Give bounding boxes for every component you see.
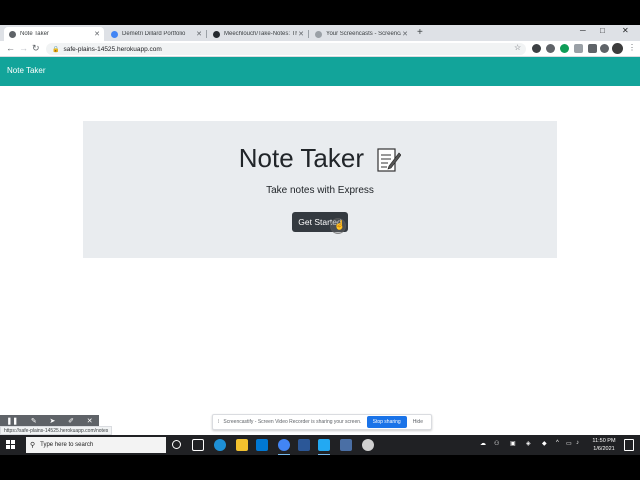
- chevron-up-icon[interactable]: ^: [556, 440, 559, 446]
- title-text: Note Taker: [238, 143, 365, 173]
- puzzle-icon[interactable]: [588, 44, 597, 53]
- close-window-icon[interactable]: ✕: [622, 26, 629, 35]
- memo-icon: [377, 148, 402, 172]
- back-icon[interactable]: ←: [6, 43, 15, 53]
- browser-tab-strip: Note Taker ✕ Demetri Dillard Portfolio ✕…: [0, 25, 640, 41]
- volume-icon[interactable]: ♪: [576, 440, 579, 446]
- edge-icon[interactable]: [214, 439, 226, 451]
- github-icon: [213, 30, 220, 38]
- jumbotron: Note Taker Take notes with Express Get S…: [83, 121, 557, 258]
- menu-icon[interactable]: ⋮: [628, 43, 636, 52]
- close-icon[interactable]: ✕: [87, 417, 93, 425]
- avatar[interactable]: [612, 43, 623, 54]
- globe-icon: [111, 30, 118, 38]
- cloud-icon[interactable]: ☁: [480, 440, 486, 447]
- screen-share-bar: ⁞ Screencastify - Screen Video Recorder …: [212, 414, 432, 430]
- reload-icon[interactable]: ↻: [32, 43, 40, 54]
- star-icon[interactable]: ☆: [514, 43, 521, 52]
- globe-icon: [9, 30, 16, 38]
- vscode-icon[interactable]: [318, 439, 330, 455]
- app-icon[interactable]: [340, 439, 352, 451]
- close-tab-icon[interactable]: ✕: [401, 30, 409, 38]
- mail-icon[interactable]: [256, 439, 268, 451]
- extension-icon[interactable]: [546, 44, 555, 53]
- eraser-icon[interactable]: ✐: [68, 417, 74, 425]
- app-navbar: Note Taker: [0, 57, 640, 86]
- tab-title: Demetri Dillard Portfolio: [122, 31, 186, 37]
- search-icon: ⚲: [30, 442, 36, 449]
- tab-github[interactable]: Meechlouch/Take-Notes: This ap... ✕: [208, 27, 308, 41]
- forward-icon[interactable]: →: [19, 43, 28, 53]
- tab-title: Meechlouch/Take-Notes: This ap...: [224, 31, 297, 37]
- tray-icon[interactable]: ◆: [542, 440, 547, 447]
- new-tab-icon[interactable]: +: [417, 27, 423, 38]
- tab-note-taker[interactable]: Note Taker ✕: [4, 27, 104, 41]
- taskbar-clock[interactable]: 11:50 PM 1/6/2021: [588, 437, 620, 453]
- taskbar-search[interactable]: ⚲ Type here to search: [26, 437, 166, 453]
- tray-icon[interactable]: ◈: [526, 440, 531, 447]
- navbar-brand[interactable]: Note Taker: [7, 66, 46, 75]
- close-tab-icon[interactable]: ✕: [297, 30, 305, 38]
- media-icon[interactable]: [600, 44, 609, 53]
- tab-title: Note Taker: [20, 31, 49, 37]
- network-icon[interactable]: ▭: [566, 440, 572, 447]
- chrome-icon[interactable]: [278, 439, 290, 455]
- tab-screencastify[interactable]: Your Screencasts - Screencastify ✕: [310, 27, 412, 41]
- maximize-icon[interactable]: □: [600, 26, 605, 35]
- pause-icon[interactable]: ❚❚: [6, 417, 18, 425]
- cursor-icon[interactable]: ➤: [49, 417, 55, 425]
- page-title: Note Taker: [83, 143, 557, 174]
- cortana-icon[interactable]: [172, 440, 181, 449]
- tab-separator: [308, 30, 309, 38]
- address-bar[interactable]: 🔒 safe-plains-14525.herokuapp.com: [46, 43, 526, 55]
- status-url: https://safe-plains-14525.herokuapp.com/…: [0, 426, 113, 435]
- people-icon[interactable]: ⚇: [494, 440, 499, 447]
- extension-icon[interactable]: [560, 44, 569, 53]
- pen-icon[interactable]: ✎: [31, 417, 37, 425]
- extension-icon[interactable]: [532, 44, 541, 53]
- browser-toolbar: ← → ↻ 🔒 safe-plains-14525.herokuapp.com …: [0, 41, 640, 57]
- hide-button[interactable]: Hide: [413, 419, 423, 425]
- notification-icon[interactable]: [624, 439, 634, 451]
- screencastify-icon: [315, 30, 322, 38]
- url-text: safe-plains-14525.herokuapp.com: [63, 45, 162, 53]
- close-tab-icon[interactable]: ✕: [93, 30, 101, 38]
- extension-icon[interactable]: [574, 44, 583, 53]
- close-tab-icon[interactable]: ✕: [195, 30, 203, 38]
- windows-taskbar: ⚲ Type here to search ☁ ⚇ ▣ ◈ ◆ ^ ▭ ♪ 11…: [0, 435, 640, 455]
- search-placeholder: Type here to search: [40, 442, 94, 448]
- stop-sharing-button[interactable]: Stop sharing: [366, 416, 407, 428]
- minimize-icon[interactable]: ─: [580, 26, 586, 35]
- screen-frame: Note Taker ✕ Demetri Dillard Portfolio ✕…: [0, 25, 640, 455]
- file-explorer-icon[interactable]: [236, 439, 248, 451]
- tab-title: Your Screencasts - Screencastify: [326, 31, 401, 37]
- drag-handle-icon[interactable]: ⁞: [218, 419, 219, 425]
- hand-cursor-icon: ☝: [334, 220, 346, 230]
- page-subtitle: Take notes with Express: [266, 185, 374, 196]
- share-message: Screencastify - Screen Video Recorder is…: [223, 419, 362, 425]
- clock-date: 1/6/2021: [593, 446, 615, 452]
- tab-portfolio[interactable]: Demetri Dillard Portfolio ✕: [106, 27, 206, 41]
- clock-time: 11:50 PM: [592, 438, 616, 444]
- tab-separator: [206, 30, 207, 38]
- app-icon[interactable]: [362, 439, 374, 451]
- windows-start-icon[interactable]: [6, 440, 16, 450]
- lock-icon: 🔒: [52, 46, 60, 53]
- task-view-icon[interactable]: [192, 439, 204, 451]
- tray-icon[interactable]: ▣: [510, 440, 516, 447]
- app-icon[interactable]: [298, 439, 310, 451]
